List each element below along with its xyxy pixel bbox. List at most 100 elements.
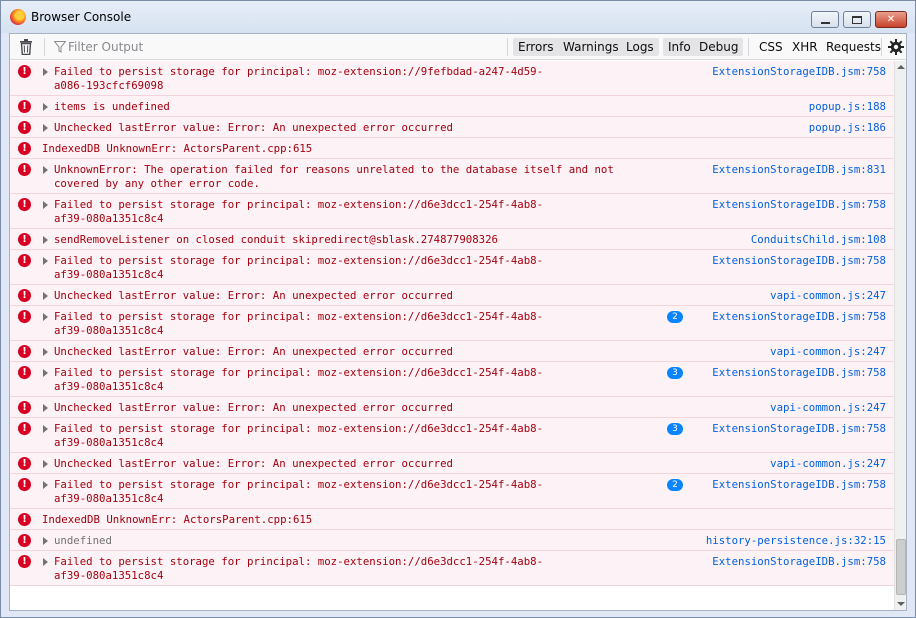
expand-arrow-icon[interactable]: [43, 348, 48, 356]
filter-requests-button[interactable]: Requests: [821, 38, 886, 56]
title-bar[interactable]: Browser Console ✕: [1, 1, 915, 33]
console-message-row[interactable]: ! IndexedDB UnknownErr: ActorsParent.cpp:…: [10, 138, 894, 159]
filter-xhr-button[interactable]: XHR: [787, 38, 823, 56]
expand-arrow-icon[interactable]: [43, 124, 48, 132]
message-text: Failed to persist storage for principal:…: [54, 310, 544, 323]
expand-arrow-icon[interactable]: [43, 481, 48, 489]
error-icon: !: [18, 65, 31, 78]
filter-logs-button[interactable]: Logs: [621, 38, 659, 56]
filter-css-button[interactable]: CSS: [754, 38, 788, 56]
clear-console-trash-icon[interactable]: [19, 39, 33, 55]
message-text: af39-080a1351c8c4: [54, 380, 164, 393]
scroll-down-icon[interactable]: [897, 602, 905, 606]
source-link[interactable]: vapi-common.js:247: [770, 457, 886, 471]
source-link[interactable]: ConduitsChild.jsm:108: [751, 233, 886, 247]
expand-arrow-icon[interactable]: [43, 68, 48, 76]
close-icon: ✕: [886, 14, 896, 25]
expand-arrow-icon[interactable]: [43, 236, 48, 244]
error-icon: !: [18, 478, 31, 491]
source-link[interactable]: ExtensionStorageIDB.jsm:758: [712, 198, 886, 212]
error-icon: !: [18, 289, 31, 302]
filter-debug-button[interactable]: Debug: [694, 38, 744, 56]
source-link[interactable]: ExtensionStorageIDB.jsm:758: [712, 254, 886, 268]
minimize-icon: [820, 21, 830, 24]
message-text: af39-080a1351c8c4: [54, 324, 164, 337]
scroll-up-icon[interactable]: [897, 65, 905, 69]
message-text: Unchecked lastError value: Error: An une…: [54, 345, 453, 358]
source-link[interactable]: ExtensionStorageIDB.jsm:758: [712, 366, 886, 380]
expand-arrow-icon[interactable]: [43, 369, 48, 377]
filter-output-input[interactable]: [68, 38, 368, 56]
expand-arrow-icon[interactable]: [43, 292, 48, 300]
message-text: af39-080a1351c8c4: [54, 268, 164, 281]
expand-arrow-icon[interactable]: [43, 460, 48, 468]
expand-arrow-icon[interactable]: [43, 404, 48, 412]
minimize-button[interactable]: [811, 11, 839, 28]
source-link[interactable]: vapi-common.js:247: [770, 345, 886, 359]
console-message-row[interactable]: ! UnknownError: The operation failed for …: [10, 159, 894, 194]
source-link[interactable]: ExtensionStorageIDB.jsm:758: [712, 65, 886, 79]
error-icon: !: [18, 198, 31, 211]
error-icon: !: [18, 534, 31, 547]
console-message-row[interactable]: ! Unchecked lastError value: Error: An un…: [10, 285, 894, 306]
expand-arrow-icon[interactable]: [43, 166, 48, 174]
error-icon: !: [18, 422, 31, 435]
filter-errors-button[interactable]: Errors: [513, 38, 559, 56]
error-icon: !: [18, 163, 31, 176]
console-message-row[interactable]: ! sendRemoveListener on closed conduit sk…: [10, 229, 894, 250]
toolbar-divider: [44, 38, 45, 56]
console-message-row[interactable]: ! Failed to persist storage for principal…: [10, 306, 894, 341]
source-link[interactable]: popup.js:186: [809, 121, 886, 135]
console-message-row[interactable]: ! Failed to persist storage for principal…: [10, 61, 894, 96]
expand-arrow-icon[interactable]: [43, 201, 48, 209]
console-message-row[interactable]: ! Failed to persist storage for principal…: [10, 418, 894, 453]
firefox-logo-icon: [10, 9, 26, 25]
expand-arrow-icon[interactable]: [43, 257, 48, 265]
console-message-row[interactable]: ! undefined history-persistence.js:32:15: [10, 530, 894, 551]
message-text: undefined: [54, 534, 112, 547]
source-link[interactable]: ExtensionStorageIDB.jsm:758: [712, 310, 886, 324]
window-title: Browser Console: [31, 10, 132, 24]
console-message-row[interactable]: ! Failed to persist storage for principal…: [10, 362, 894, 397]
source-link[interactable]: ExtensionStorageIDB.jsm:758: [712, 478, 886, 492]
expand-arrow-icon[interactable]: [43, 313, 48, 321]
toolbar-divider: [748, 38, 749, 56]
console-message-row[interactable]: ! Failed to persist storage for principal…: [10, 194, 894, 229]
maximize-button[interactable]: [843, 11, 871, 28]
close-button[interactable]: ✕: [875, 11, 907, 28]
console-message-row[interactable]: ! Failed to persist storage for principal…: [10, 551, 894, 586]
expand-arrow-icon[interactable]: [43, 103, 48, 111]
expand-arrow-icon[interactable]: [43, 425, 48, 433]
message-text: af39-080a1351c8c4: [54, 436, 164, 449]
console-message-row[interactable]: ! Unchecked lastError value: Error: An un…: [10, 117, 894, 138]
console-message-row[interactable]: ! Unchecked lastError value: Error: An un…: [10, 453, 894, 474]
expand-arrow-icon[interactable]: [43, 537, 48, 545]
filter-info-button[interactable]: Info: [663, 38, 696, 56]
console-message-row[interactable]: ! Unchecked lastError value: Error: An un…: [10, 341, 894, 362]
scrollbar-thumb[interactable]: [896, 539, 906, 595]
console-message-row[interactable]: ! items is undefined popup.js:188: [10, 96, 894, 117]
source-link[interactable]: vapi-common.js:247: [770, 289, 886, 303]
filter-warnings-button[interactable]: Warnings: [558, 38, 624, 56]
error-icon: !: [18, 100, 31, 113]
settings-gear-icon[interactable]: [887, 38, 905, 56]
source-link[interactable]: ExtensionStorageIDB.jsm:758: [712, 422, 886, 436]
message-text: IndexedDB UnknownErr: ActorsParent.cpp:6…: [42, 142, 313, 155]
console-message-row[interactable]: ! Failed to persist storage for principal…: [10, 250, 894, 285]
message-text: a086-193cfcf69098: [54, 79, 164, 92]
expand-arrow-icon[interactable]: [43, 558, 48, 566]
source-link[interactable]: ExtensionStorageIDB.jsm:831: [712, 163, 886, 177]
console-message-row[interactable]: ! Failed to persist storage for principal…: [10, 474, 894, 509]
console-scrollbar[interactable]: [894, 61, 906, 610]
console-message-row[interactable]: ! Unchecked lastError value: Error: An un…: [10, 397, 894, 418]
error-icon: !: [18, 555, 31, 568]
source-link[interactable]: history-persistence.js:32:15: [706, 534, 886, 548]
console-content: Errors Warnings Logs Info Debug CSS XHR …: [9, 33, 907, 611]
console-toolbar: Errors Warnings Logs Info Debug CSS XHR …: [10, 34, 906, 60]
source-link[interactable]: ExtensionStorageIDB.jsm:758: [712, 555, 886, 569]
source-link[interactable]: popup.js:188: [809, 100, 886, 114]
error-icon: !: [18, 142, 31, 155]
source-link[interactable]: vapi-common.js:247: [770, 401, 886, 415]
toolbar-divider: [507, 38, 508, 56]
console-message-row[interactable]: ! IndexedDB UnknownErr: ActorsParent.cpp:…: [10, 509, 894, 530]
